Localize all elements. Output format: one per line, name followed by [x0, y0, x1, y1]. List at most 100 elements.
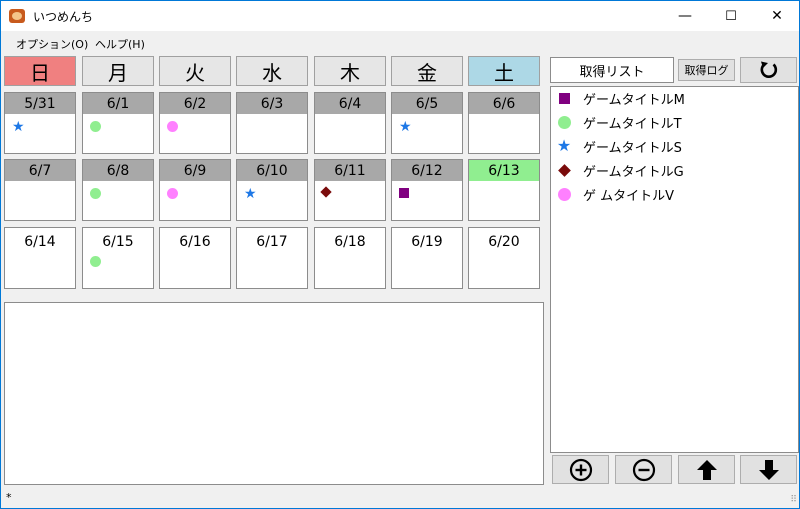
day-date-label: 6/1: [83, 93, 153, 114]
day-date-label: 6/17: [256, 234, 288, 250]
calendar-day[interactable]: 6/14: [4, 227, 76, 289]
weekday-header-3: 水: [236, 56, 308, 86]
tab-acquired-log[interactable]: 取得ログ: [678, 59, 735, 81]
day-date-label: 6/13: [469, 160, 539, 181]
calendar-day[interactable]: 5/31 ★: [4, 92, 76, 154]
day-date-label: 6/18: [334, 234, 366, 250]
menu-bar: オプション(O) ヘルプ(H): [1, 32, 799, 54]
blue-star-icon: ★: [12, 119, 25, 135]
window-title: いつめんち: [33, 10, 94, 24]
day-date-label: 6/20: [488, 234, 520, 250]
refresh-button[interactable]: [740, 57, 797, 83]
calendar-day[interactable]: 6/6: [468, 92, 540, 154]
maximize-button[interactable]: ☐: [708, 1, 754, 31]
move-down-button[interactable]: [740, 455, 797, 484]
status-bar: * ⠿: [1, 488, 799, 508]
game-title-label: ゲームタイトルG: [583, 165, 684, 181]
game-list-item[interactable]: ゲ ムタイトルV: [557, 185, 674, 205]
day-date-label: 6/3: [237, 93, 307, 114]
refresh-icon: [760, 61, 777, 78]
calendar-day[interactable]: 6/18: [314, 227, 386, 289]
blue-star-icon: ★: [556, 136, 572, 156]
calendar-day[interactable]: 6/10 ★: [236, 159, 308, 221]
menu-options[interactable]: オプション(O): [16, 36, 88, 52]
status-text: *: [6, 491, 12, 504]
weekday-header-5: 金: [391, 56, 463, 86]
game-title-label: ゲームタイトルS: [583, 140, 682, 156]
resize-grip-icon[interactable]: ⠿: [790, 495, 797, 505]
day-date-label: 6/10: [237, 160, 307, 181]
green-circle-icon: [90, 121, 101, 132]
calendar-day[interactable]: 6/5 ★: [391, 92, 463, 154]
game-list-item[interactable]: ゲームタイトルT: [557, 112, 682, 132]
weekday-header-1: 月: [82, 56, 154, 86]
game-list[interactable]: ゲームタイトルM ゲームタイトルT ★ ゲームタイトルS ゲームタイトルG ゲ ムタイトル…: [550, 86, 799, 453]
remove-button[interactable]: [615, 455, 672, 484]
game-list-item[interactable]: ゲームタイトルG: [557, 161, 684, 181]
purple-square-icon: [557, 91, 571, 105]
game-list-item[interactable]: ゲームタイトルM: [557, 88, 685, 108]
day-date-label: 6/6: [469, 93, 539, 114]
day-date-label: 6/15: [102, 234, 134, 250]
red-diamond-icon: [320, 186, 332, 198]
app-window: いつめんち — ☐ ✕ オプション(O) ヘルプ(H) 日月火水木金土 5/31 ★…: [0, 0, 800, 509]
day-date-label: 6/12: [392, 160, 462, 181]
day-date-label: 6/2: [160, 93, 230, 114]
day-date-label: 6/8: [83, 160, 153, 181]
pink-circle-icon: [167, 121, 178, 132]
add-button[interactable]: [552, 455, 609, 484]
day-date-label: 6/7: [5, 160, 75, 181]
weekday-header-6: 土: [468, 56, 540, 86]
tab-acquired-list[interactable]: 取得リスト: [550, 57, 674, 83]
calendar-day[interactable]: 6/11: [314, 159, 386, 221]
day-date-label: 5/31: [5, 93, 75, 114]
game-title-label: ゲームタイトルT: [583, 116, 682, 132]
calendar-day[interactable]: 6/2: [159, 92, 231, 154]
calendar-day[interactable]: 6/15: [82, 227, 154, 289]
calendar-day[interactable]: 6/7: [4, 159, 76, 221]
memo-textarea[interactable]: [4, 302, 544, 485]
app-icon: [9, 9, 25, 23]
game-title-label: ゲームタイトルM: [583, 92, 685, 108]
title-bar: いつめんち — ☐ ✕: [1, 1, 799, 31]
green-circle-icon: [90, 256, 101, 267]
calendar-day[interactable]: 6/9: [159, 159, 231, 221]
game-title-label: ゲ ムタイトルV: [583, 189, 675, 205]
red-diamond-icon: [557, 164, 571, 178]
pink-circle-icon: [167, 188, 178, 199]
calendar-day[interactable]: 6/1: [82, 92, 154, 154]
calendar-day[interactable]: 6/12: [391, 159, 463, 221]
green-circle-icon: [557, 115, 571, 129]
add-icon: [569, 458, 592, 481]
close-button[interactable]: ✕: [754, 1, 800, 31]
day-date-label: 6/5: [392, 93, 462, 114]
game-list-item[interactable]: ★ ゲームタイトルS: [557, 136, 682, 156]
remove-icon: [632, 458, 655, 481]
purple-square-icon: [399, 188, 409, 198]
blue-star-icon: ★: [399, 119, 412, 135]
minimize-button[interactable]: —: [662, 1, 708, 31]
calendar-day[interactable]: 6/8: [82, 159, 154, 221]
day-date-label: 6/11: [315, 160, 385, 181]
weekday-header-2: 火: [159, 56, 231, 86]
menu-help[interactable]: ヘルプ(H): [95, 36, 145, 52]
day-date-label: 6/19: [411, 234, 443, 250]
up-arrow-icon: [696, 459, 717, 480]
weekday-header-0: 日: [4, 56, 76, 86]
day-date-label: 6/9: [160, 160, 230, 181]
day-date-label: 6/14: [24, 234, 56, 250]
calendar-day[interactable]: 6/16: [159, 227, 231, 289]
calendar-day[interactable]: 6/3: [236, 92, 308, 154]
down-arrow-icon: [758, 459, 779, 480]
blue-star-icon: ★: [244, 186, 257, 202]
weekday-header-4: 木: [314, 56, 386, 86]
calendar-day[interactable]: 6/17: [236, 227, 308, 289]
day-date-label: 6/16: [179, 234, 211, 250]
calendar-day[interactable]: 6/20: [468, 227, 540, 289]
pink-circle-icon: [557, 188, 571, 202]
calendar-day[interactable]: 6/4: [314, 92, 386, 154]
green-circle-icon: [90, 188, 101, 199]
move-up-button[interactable]: [678, 455, 735, 484]
calendar-day[interactable]: 6/13: [468, 159, 540, 221]
calendar-day[interactable]: 6/19: [391, 227, 463, 289]
